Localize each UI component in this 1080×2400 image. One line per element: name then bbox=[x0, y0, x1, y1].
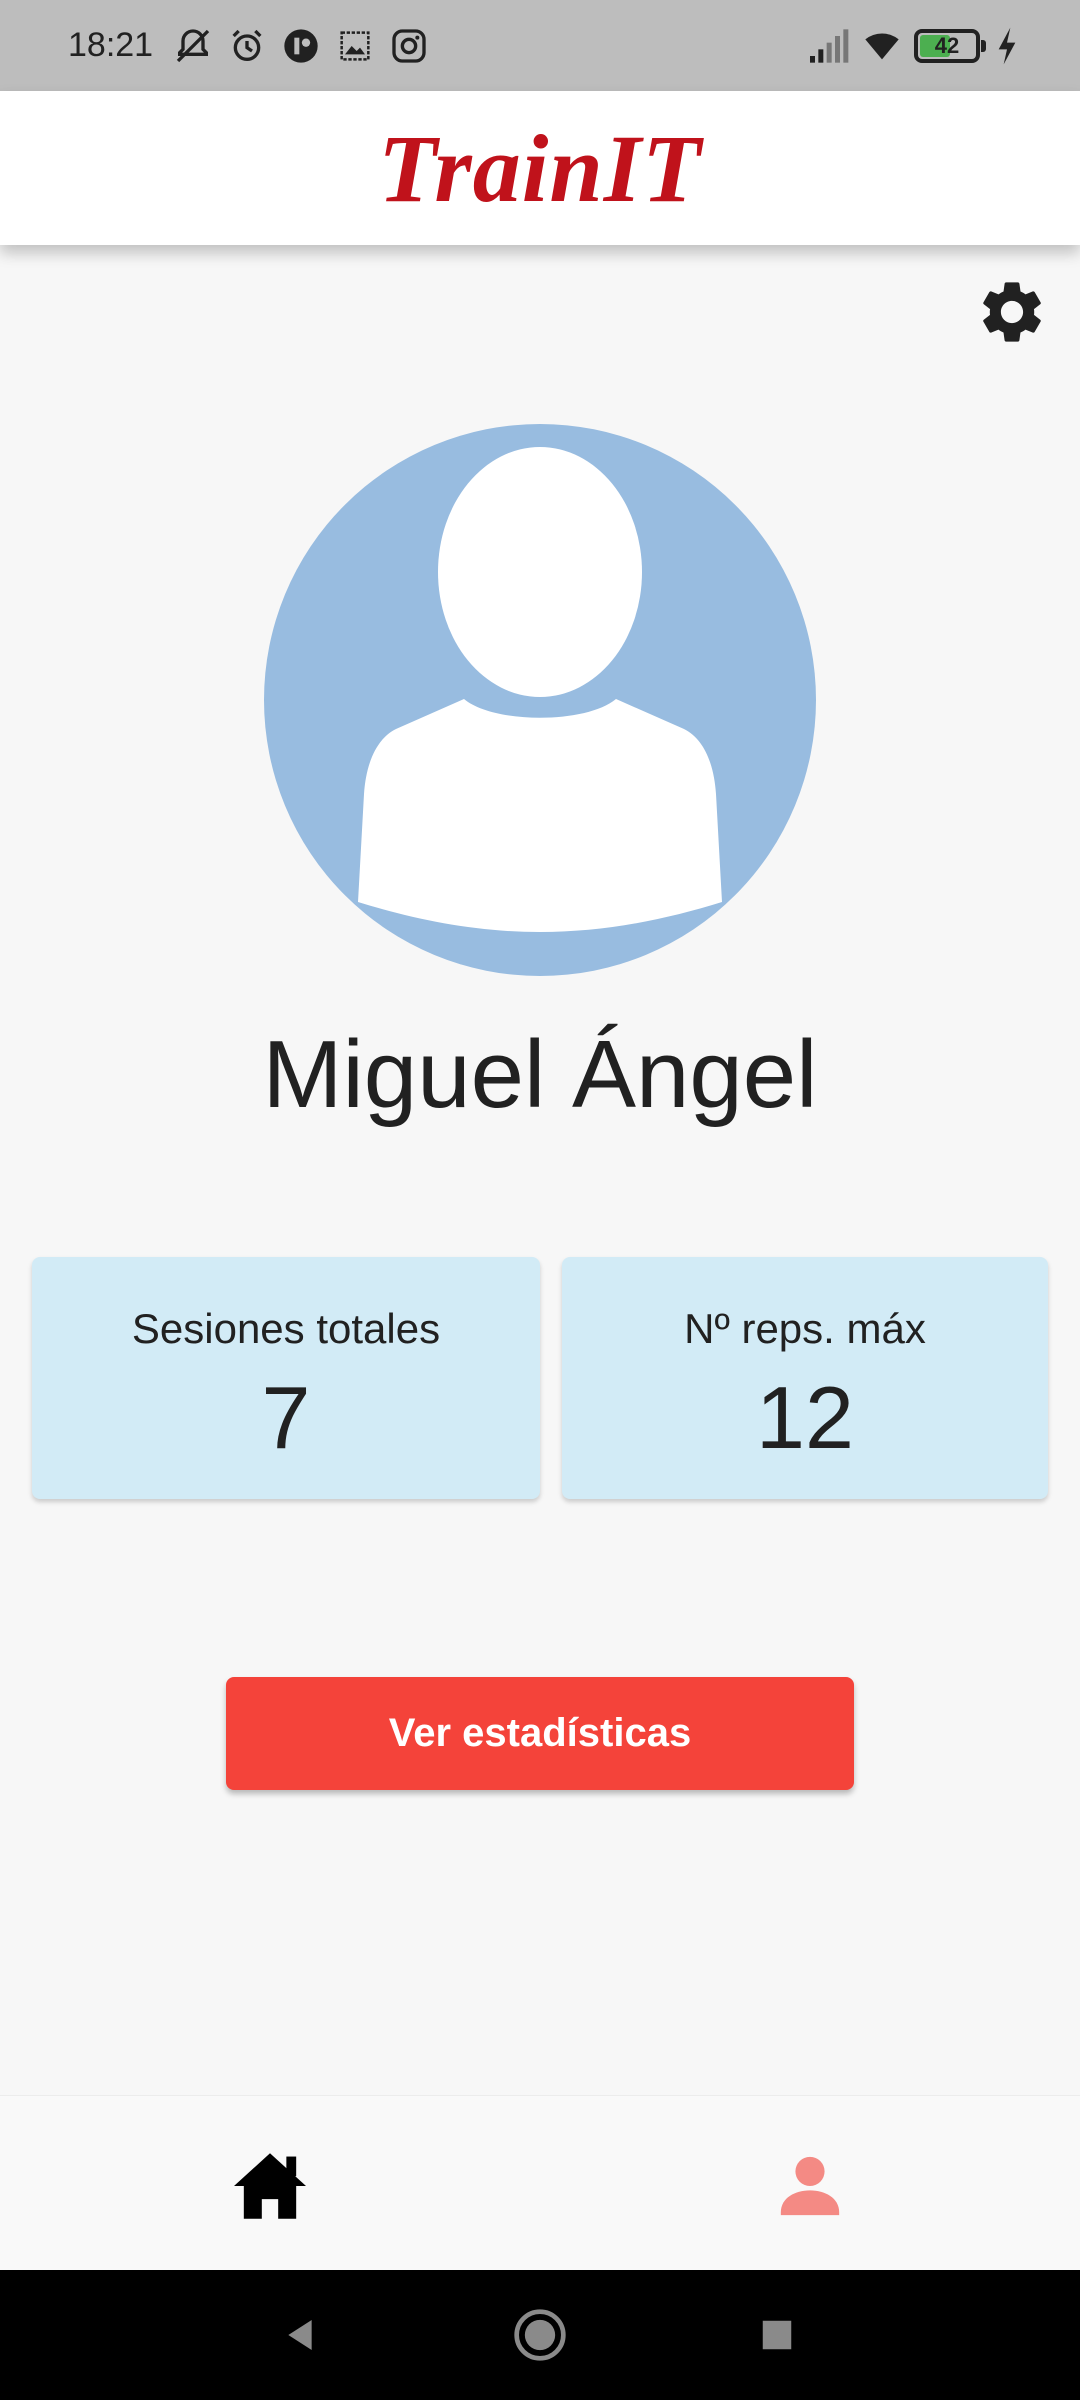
stat-label: Nº reps. máx bbox=[684, 1305, 926, 1352]
system-back-button[interactable] bbox=[265, 2300, 335, 2370]
alarm-icon bbox=[227, 26, 267, 66]
muted-alarm-icon bbox=[173, 26, 213, 66]
system-recents-button[interactable] bbox=[742, 2300, 812, 2370]
app-notification-icon bbox=[281, 26, 321, 66]
profile-icon bbox=[780, 2156, 840, 2216]
battery-icon: 42 bbox=[914, 28, 986, 63]
settings-button[interactable] bbox=[972, 272, 1052, 352]
back-triangle-icon bbox=[288, 2320, 312, 2350]
signal-icon bbox=[806, 26, 849, 66]
avatar bbox=[264, 424, 816, 976]
image-icon bbox=[335, 26, 375, 66]
instagram-icon bbox=[389, 26, 429, 66]
stat-card-total-sessions: Sesiones totales 7 bbox=[32, 1257, 540, 1499]
battery-level: 42 bbox=[934, 32, 960, 58]
stat-value: 12 bbox=[756, 1368, 854, 1467]
stat-card-max-reps: Nº reps. máx 12 bbox=[562, 1257, 1048, 1499]
user-name: Miguel Ángel bbox=[262, 1021, 818, 1128]
nav-home[interactable] bbox=[220, 2136, 320, 2236]
nav-profile[interactable] bbox=[760, 2136, 860, 2236]
system-home-button[interactable] bbox=[505, 2300, 575, 2370]
app-bar: TrainIT bbox=[0, 91, 1080, 245]
status-time: 18:21 bbox=[68, 26, 154, 64]
bottom-navigation bbox=[0, 2095, 1080, 2270]
app-logo-title: TrainIT bbox=[378, 114, 702, 222]
view-statistics-button[interactable]: Ver estadísticas bbox=[226, 1677, 854, 1790]
charging-icon bbox=[994, 26, 1020, 66]
status-bar: 18:21 42 bbox=[0, 0, 1080, 91]
wifi-icon bbox=[860, 26, 900, 66]
gear-icon bbox=[983, 282, 1041, 342]
recents-square-icon bbox=[762, 2320, 792, 2350]
home-icon bbox=[234, 2153, 306, 2219]
home-circle-icon bbox=[514, 2309, 566, 2361]
stat-label: Sesiones totales bbox=[131, 1305, 441, 1352]
user-silhouette-icon bbox=[358, 447, 722, 932]
stat-value: 7 bbox=[261, 1368, 311, 1467]
system-navigation-bar bbox=[0, 2270, 1080, 2400]
